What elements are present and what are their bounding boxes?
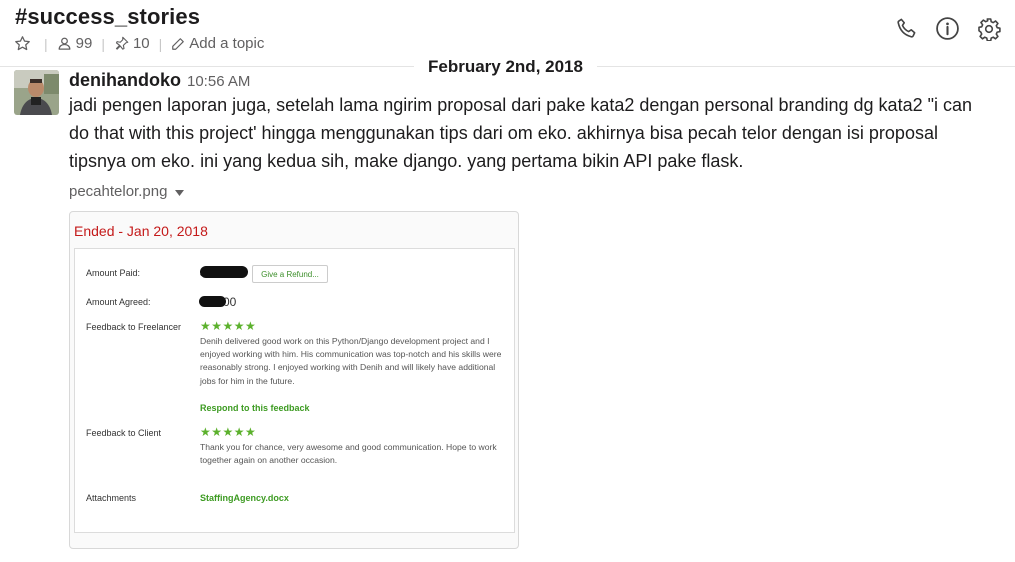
star-rating: ★★★★★ (200, 425, 257, 439)
attachment-file-link: StaffingAgency.docx (200, 493, 289, 503)
redaction-mark (199, 296, 226, 307)
author-name[interactable]: denihandoko (69, 70, 181, 91)
message-body: denihandoko 10:56 AM jadi pengen laporan… (69, 70, 1004, 200)
refund-button: Give a Refund... (252, 265, 328, 283)
file-header: pecahtelor.png (69, 183, 1004, 200)
amount-agreed-label: Amount Agreed: (86, 297, 151, 307)
star-icon[interactable] (14, 35, 31, 52)
separator: | (101, 35, 105, 52)
avatar[interactable] (14, 70, 59, 115)
contract-status: Ended - Jan 20, 2018 (74, 223, 208, 239)
channel-name[interactable]: #success_stories (15, 4, 200, 30)
feedback-freelancer-label: Feedback to Freelancer (86, 322, 182, 332)
pencil-icon[interactable] (171, 37, 185, 51)
feedback-client-label: Feedback to Client (86, 428, 162, 438)
add-topic-link[interactable]: Add a topic (189, 35, 264, 52)
separator: | (44, 35, 48, 52)
message-header: denihandoko 10:56 AM (69, 70, 1004, 91)
pinned-count[interactable]: 10 (133, 35, 150, 52)
phone-icon[interactable] (894, 16, 919, 41)
info-icon[interactable] (935, 16, 960, 41)
channel-meta: | 99 | 10 | Add a topic (14, 35, 264, 52)
gear-icon[interactable] (976, 16, 1001, 41)
redaction-mark (200, 266, 248, 278)
star-rating: ★★★★★ (200, 319, 257, 333)
attachments-label: Attachments (86, 493, 137, 503)
file-name[interactable]: pecahtelor.png (69, 183, 167, 200)
timestamp[interactable]: 10:56 AM (187, 73, 250, 90)
separator: | (158, 35, 163, 52)
contract-card: Amount Paid: $ Give a Refund... Amount A… (74, 248, 515, 533)
header-actions (894, 16, 1001, 41)
person-icon[interactable] (57, 36, 72, 51)
pin-icon[interactable] (114, 36, 129, 51)
amount-paid-label: Amount Paid: (86, 268, 141, 278)
feedback-client-text: Thank you for chance, very awesome and g… (200, 442, 497, 466)
respond-feedback-link: Respond to this feedback (200, 403, 310, 413)
image-attachment[interactable]: Ended - Jan 20, 2018 Amount Paid: $ Give… (69, 211, 519, 549)
channel-header: #success_stories | 99 | 10 | Add a topic (0, 0, 1015, 62)
caret-down-icon[interactable] (175, 183, 185, 200)
message-text: jadi pengen laporan juga, setelah lama n… (69, 95, 973, 171)
feedback-freelancer-text: Denih delivered good work on this Python… (200, 336, 502, 386)
member-count[interactable]: 99 (76, 35, 93, 52)
